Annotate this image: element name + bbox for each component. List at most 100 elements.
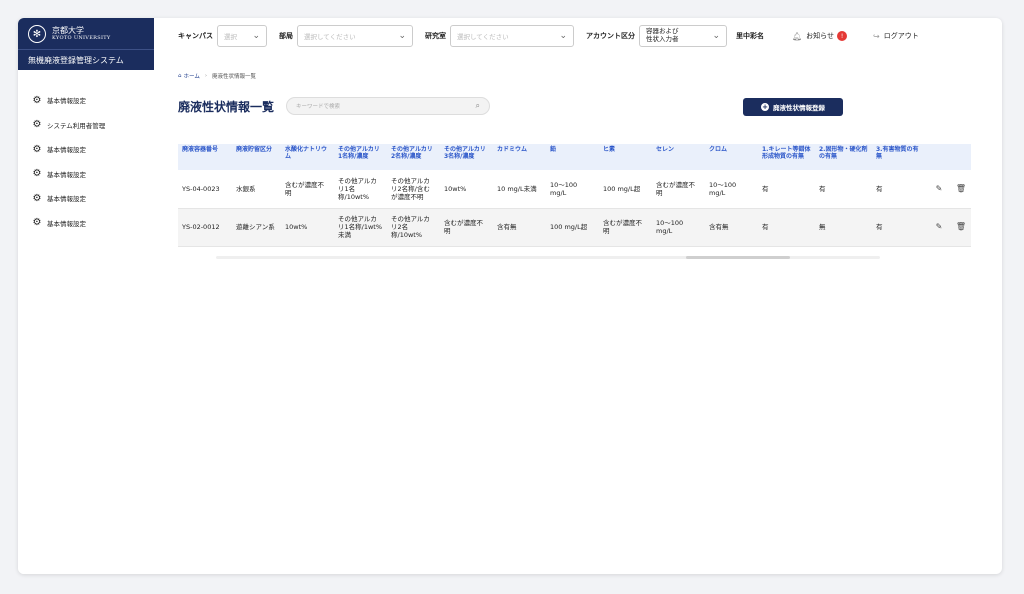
table-cell: 水銀系 [232,170,281,209]
chevron-down-icon: ⌄ [252,31,260,41]
logo-jp: 京都大学 [52,26,84,35]
trash-icon[interactable]: 🗑︎ [951,208,971,247]
col-header: 廃液貯留区分 [232,144,281,170]
col-header: セレン [652,144,705,170]
app-frame: ✻ 京都大学 KYOTO UNIVERSITY 無機廃液登録管理システム ⚙ 基本… [18,18,1002,574]
col-header: その他アルカリ1名称/濃度 [334,144,387,170]
sidebar: ✻ 京都大学 KYOTO UNIVERSITY 無機廃液登録管理システム ⚙ 基本… [18,18,154,574]
chevron-down-icon: ⌄ [398,31,406,41]
col-header: ヒ素 [599,144,652,170]
table-cell: 10〜100 mg/L [705,170,758,209]
campus-label: キャンパス [178,32,213,40]
sidebar-menu: ⚙ 基本情報設定 ⚙ システム利用者管理 ⚙ 基本情報設定 ⚙ 基本情報設定 ⚙ 基本情報… [18,88,154,235]
logo-en: KYOTO UNIVERSITY [52,35,111,41]
university-crest-icon: ✻ [28,25,46,43]
edit-icon[interactable]: ✎ [927,170,951,209]
table-cell: 無 [815,208,872,247]
table-cell: 10〜100 mg/L [652,208,705,247]
campus-select[interactable]: 選択 ⌄ [217,25,267,47]
account-type-label: アカウント区分 [586,32,635,40]
sidebar-item-label: 基本情報設定 [47,219,86,228]
sidebar-item-basic-settings-4[interactable]: ⚙ 基本情報設定 [18,186,154,211]
col-header: その他アルカリ2名称/濃度 [387,144,440,170]
sidebar-item-label: 基本情報設定 [47,146,86,155]
table-cell: 有 [758,208,815,247]
col-header: 1.キレート等錯体形成物質の有無 [758,144,815,170]
sidebar-item-label: 基本情報設定 [47,195,86,204]
col-header: カドミウム [493,144,546,170]
sidebar-item-basic-settings-5[interactable]: ⚙ 基本情報設定 [18,211,154,236]
search-input[interactable]: キーワードで検索 ⌕ [286,97,491,115]
col-header: 2.固形物・硬化剤の有無 [815,144,872,170]
table-cell: 有 [872,208,927,247]
col-header: その他アルカリ3名称/濃度 [440,144,493,170]
col-header-edit [927,144,951,170]
table-cell: 100 mg/L超 [599,170,652,209]
table-cell: その他アルカリ1名称/10wt% [334,170,387,209]
gear-icon: ⚙ [32,143,42,155]
home-icon[interactable]: ⌂ [178,73,182,79]
system-name: 無機廃液登録管理システム [28,56,124,65]
table-cell: YS-04-0023 [178,170,232,209]
table-cell: 含有無 [705,208,758,247]
lab-label: 研究室 [425,32,446,40]
sidebar-item-basic-settings-1[interactable]: ⚙ 基本情報設定 [18,88,154,113]
search-icon: ⌕ [475,101,481,110]
notice-badge: ! [837,31,848,41]
table-cell: 有 [815,170,872,209]
table-cell: 含有無 [493,208,546,247]
dept-label: 部局 [279,32,293,40]
table-row[interactable]: YS-04-0023 水銀系 含むが濃度不明 その他アルカリ1名称/10wt% … [178,170,971,209]
sidebar-item-basic-settings-3[interactable]: ⚙ 基本情報設定 [18,162,154,187]
col-header: クロム [705,144,758,170]
sidebar-item-user-management[interactable]: ⚙ システム利用者管理 [18,113,154,138]
user-name: 里中彩名 [736,32,764,40]
breadcrumb-home[interactable]: ホーム [184,72,200,80]
table-row[interactable]: YS-02-0012 遊離シアン系 10wt% その他アルカリ1名称/1wt%未… [178,208,971,247]
page-title: 廃液性状情報一覧 [178,99,275,114]
table-cell: 10wt% [281,208,334,247]
chevron-down-icon: ⌄ [559,31,567,41]
edit-icon[interactable]: ✎ [927,208,951,247]
sidebar-item-label: 基本情報設定 [47,170,86,179]
sidebar-item-label: システム利用者管理 [47,121,106,130]
main-content: ⌂ ホーム › 廃液性状情報一覧 廃液性状情報一覧 キーワードで検索 ⌕ + 廃… [178,72,1002,259]
sidebar-item-basic-settings-2[interactable]: ⚙ 基本情報設定 [18,137,154,162]
lab-select[interactable]: 選択してください ⌄ [450,25,574,47]
logo-box: ✻ 京都大学 KYOTO UNIVERSITY 無機廃液登録管理システム [18,18,154,70]
table-cell: その他アルカリ1名称/1wt%未満 [334,208,387,247]
waste-info-table: 廃液容器番号 廃液貯留区分 水酸化ナトリウム その他アルカリ1名称/濃度 その他… [178,144,971,247]
trash-icon[interactable]: 🗑︎ [951,170,971,209]
logout-link[interactable]: ↪ ログアウト [873,31,919,41]
table-cell: 有 [758,170,815,209]
logout-icon: ↪ [873,31,880,41]
notice-link[interactable]: 🔔︎ お知らせ ! [792,31,848,41]
gear-icon: ⚙ [32,94,42,106]
table-cell: 遊離シアン系 [232,208,281,247]
chevron-down-icon: ⌄ [712,31,720,41]
table-cell: 含むが濃度不明 [652,170,705,209]
add-waste-info-button[interactable]: + 廃液性状情報登録 [743,98,843,116]
account-type-select[interactable]: 容器および 性状入力者 ⌄ [639,25,727,47]
gear-icon: ⚙ [32,192,42,204]
table-cell: 100 mg/L超 [546,208,599,247]
table-header-row: 廃液容器番号 廃液貯留区分 水酸化ナトリウム その他アルカリ1名称/濃度 その他… [178,144,971,170]
gear-icon: ⚙ [32,119,42,131]
breadcrumb: ⌂ ホーム › 廃液性状情報一覧 [178,72,1002,80]
table-cell: 含むが濃度不明 [440,208,493,247]
gear-icon: ⚙ [32,217,42,229]
top-header: キャンパス 選択 ⌄ 部局 選択してください ⌄ 研究室 選択してください ⌄ アカウ… [154,18,1002,54]
breadcrumb-current: 廃液性状情報一覧 [212,74,257,80]
horizontal-scrollbar[interactable] [216,256,880,259]
col-header: 廃液容器番号 [178,144,232,170]
title-row: 廃液性状情報一覧 キーワードで検索 ⌕ [178,96,1002,116]
scrollbar-thumb[interactable] [686,256,790,259]
col-header: 鉛 [546,144,599,170]
breadcrumb-separator: › [204,73,208,79]
table-cell: 含むが濃度不明 [599,208,652,247]
plus-circle-icon: + [761,102,769,111]
dept-select[interactable]: 選択してください ⌄ [297,25,413,47]
gear-icon: ⚙ [32,168,42,180]
col-header: 水酸化ナトリウム [281,144,334,170]
col-header-delete [951,144,971,170]
